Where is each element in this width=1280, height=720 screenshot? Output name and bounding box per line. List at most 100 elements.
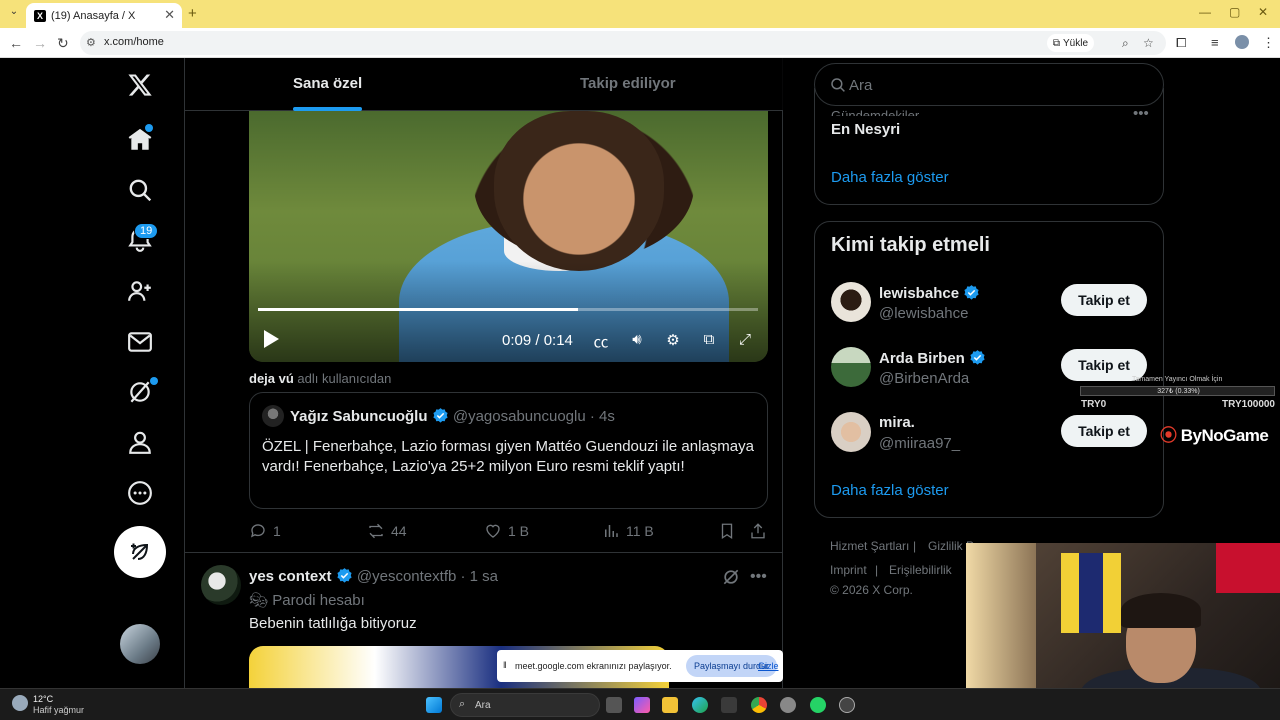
picture-in-picture-icon[interactable]: ⧉ (699, 331, 719, 351)
screen-share-text: meet.google.com ekranınızı paylaşıyor. (515, 661, 672, 671)
quoted-author-name[interactable]: Yağız Sabuncuoğlu (290, 408, 428, 425)
trend-more-icon[interactable]: ••• (1133, 105, 1149, 122)
repost-button[interactable]: 44 (367, 522, 407, 540)
edge-icon[interactable] (692, 697, 708, 713)
like-button[interactable]: 1 B (484, 522, 529, 540)
store-icon[interactable] (721, 697, 737, 713)
close-window-icon[interactable]: ✕ (1258, 5, 1268, 19)
tab-following[interactable]: Takip ediliyor (580, 75, 676, 92)
new-tab-icon[interactable]: + (188, 5, 197, 22)
compose-post-button[interactable] (114, 526, 166, 578)
task-view-icon[interactable] (606, 697, 622, 713)
fullscreen-icon[interactable]: ⤢ (735, 331, 755, 351)
trend-name[interactable]: En Nesyri (831, 121, 900, 138)
suggested-user-handle[interactable]: @BirbenArda (879, 370, 969, 387)
grok-explain-icon[interactable] (721, 567, 741, 587)
tweet-author-handle[interactable]: @yescontextfb · 1 sa (357, 568, 498, 585)
app-icon[interactable] (839, 697, 855, 713)
profile-icon[interactable] (122, 424, 158, 460)
reading-list-icon[interactable]: ≡ (1211, 35, 1219, 50)
copilot-icon[interactable] (634, 697, 650, 713)
chrome-icon[interactable] (751, 697, 767, 713)
views-button[interactable]: 11 B (602, 522, 654, 540)
who-to-follow-show-more[interactable]: Daha fazla göster (831, 482, 949, 499)
weather-icon[interactable] (12, 695, 28, 711)
suggested-user-handle[interactable]: @lewisbahce (879, 305, 968, 322)
play-icon[interactable] (262, 329, 280, 349)
tweet-author-name[interactable]: yes context (249, 568, 332, 585)
webcam-person-hair (1121, 593, 1201, 628)
tweet-more-icon[interactable]: ••• (750, 568, 767, 586)
maximize-icon[interactable]: ▢ (1229, 5, 1240, 19)
suggested-user-name[interactable]: lewisbahce (879, 284, 980, 302)
site-info-icon[interactable]: ⚙ (86, 36, 96, 49)
weather-description[interactable]: Hafif yağmur (33, 705, 84, 715)
volume-icon[interactable]: 🔊︎ (627, 331, 647, 351)
hide-share-bar-button[interactable]: Gizle (758, 661, 779, 671)
like-count: 1 B (508, 523, 530, 539)
extensions-icon[interactable]: ⧠ (1176, 35, 1186, 51)
install-button[interactable]: ⧉ Yükle (1046, 34, 1094, 52)
suggested-user-name[interactable]: Arda Birben (879, 349, 986, 367)
share-button[interactable] (749, 522, 767, 540)
forward-icon[interactable]: → (33, 35, 47, 51)
footer-accessibility-link[interactable]: Erişilebilirlik (889, 563, 952, 577)
profile-avatar[interactable] (1235, 35, 1249, 49)
suggested-user-handle[interactable]: @miiraa97_ (879, 435, 960, 452)
tweet-video-player[interactable]: 0:09 / 0:14 ㏄ 🔊︎ ⚙ ⧉ ⤢ (249, 111, 768, 362)
whatsapp-icon[interactable] (810, 697, 826, 713)
quoted-author-avatar[interactable] (262, 405, 284, 427)
reply-count: 1 (273, 523, 281, 539)
suggested-user-avatar[interactable] (831, 347, 871, 387)
video-progress-bar[interactable] (258, 308, 758, 311)
minimize-icon[interactable]: — (1199, 5, 1211, 19)
context-user[interactable]: deja vú (249, 371, 294, 386)
reply-icon (250, 524, 265, 538)
follow-people-icon[interactable] (122, 273, 158, 309)
user-name-text: Arda Birben (879, 350, 965, 367)
parody-label: 🎭︎ Parodi hesabı (249, 591, 365, 609)
omnibox[interactable]: ⚙ x.com/home ⧉ Yükle ⌕ ☆ (80, 31, 1166, 55)
menu-icon[interactable]: ⋮ (1262, 35, 1275, 51)
settings-icon[interactable] (780, 697, 796, 713)
captions-icon[interactable]: ㏄ (591, 331, 611, 351)
more-options-icon[interactable] (122, 475, 158, 511)
url-text[interactable]: x.com/home (104, 36, 164, 48)
bookmark-button[interactable] (718, 522, 736, 540)
start-menu-icon[interactable] (426, 697, 442, 713)
messages-envelope-icon[interactable] (122, 324, 158, 360)
tab-search-icon[interactable]: ⌄ (6, 6, 22, 22)
settings-gear-icon[interactable]: ⚙ (663, 331, 683, 351)
search-input[interactable]: Ara (814, 63, 1164, 106)
close-tab-icon[interactable]: ✕ (164, 7, 175, 23)
weather-temperature[interactable]: 12°C (33, 694, 53, 704)
drag-handle-icon[interactable]: ‖ (503, 660, 507, 670)
taskbar-search[interactable]: ⌕ Ara (450, 693, 600, 717)
trends-show-more[interactable]: Daha fazla göster (831, 169, 949, 186)
explore-search-icon[interactable] (122, 172, 158, 208)
follow-button[interactable]: Takip et (1061, 415, 1147, 447)
zoom-icon[interactable]: ⌕ (1122, 36, 1129, 51)
account-avatar[interactable] (120, 624, 160, 664)
follow-button[interactable]: Takip et (1061, 284, 1147, 316)
left-navigation: 19 (0, 58, 185, 688)
tab-for-you[interactable]: Sana özel (293, 75, 362, 92)
footer-terms-link[interactable]: Hizmet Şartları (830, 539, 909, 553)
main-feed: 0:09 / 0:14 ㏄ 🔊︎ ⚙ ⧉ ⤢ Sana özel Takip e… (185, 58, 783, 688)
file-explorer-icon[interactable] (662, 697, 678, 713)
suggested-user-avatar[interactable] (831, 282, 871, 322)
quoted-author-handle[interactable]: @yagosabuncuoglu · 4s (453, 408, 615, 425)
x-logo-icon[interactable] (122, 67, 158, 103)
bookmark-star-icon[interactable]: ☆ (1143, 36, 1154, 50)
quoted-tweet[interactable]: Yağız Sabuncuoğlu @yagosabuncuoglu · 4s … (249, 392, 768, 509)
suggested-user-name[interactable]: mira. (879, 414, 915, 431)
back-icon[interactable]: ← (9, 35, 23, 51)
suggested-user-avatar[interactable] (831, 412, 871, 452)
reload-icon[interactable]: ↻ (57, 35, 69, 52)
footer-imprint-link[interactable]: Imprint (830, 563, 867, 577)
tweet-author-avatar[interactable] (201, 565, 241, 605)
browser-tab[interactable]: X (19) Anasayfa / X ✕ (26, 3, 182, 28)
donation-goal-title: Tamamen Yayıncı Olmak İçin (1132, 376, 1223, 383)
parody-text: Parodi hesabı (272, 592, 365, 609)
reply-button[interactable]: 1 (249, 522, 281, 540)
